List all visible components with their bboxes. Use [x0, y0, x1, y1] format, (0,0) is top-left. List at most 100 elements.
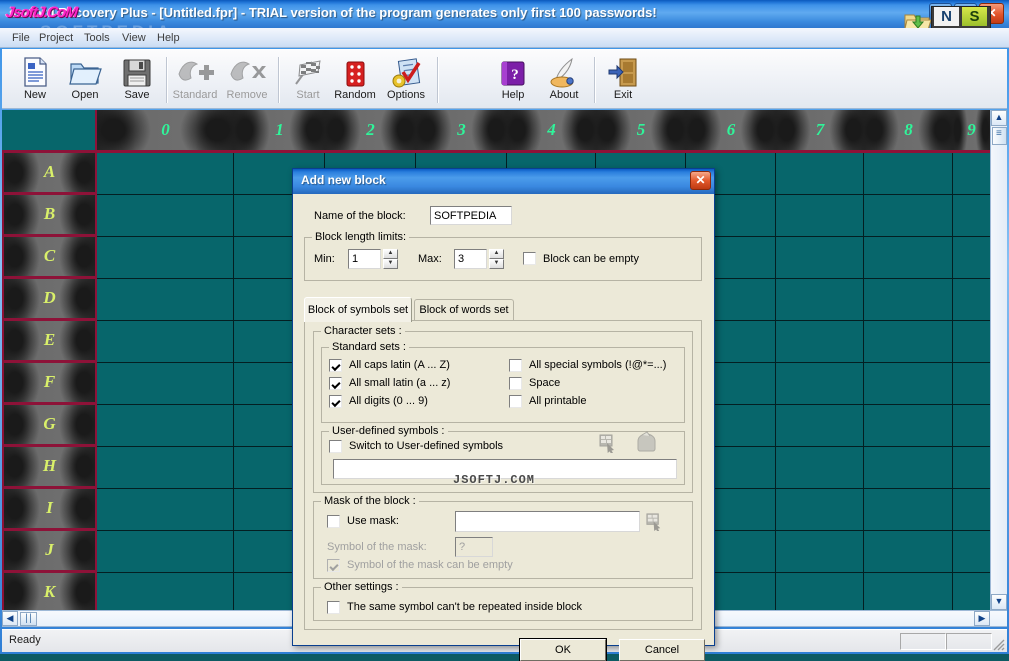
mask-input[interactable]: [455, 511, 640, 532]
toolbar-exit-label: Exit: [613, 89, 633, 101]
vertical-scroll-thumb[interactable]: [992, 127, 1007, 145]
help-book-icon: ?: [488, 54, 538, 88]
min-spinner-up-icon[interactable]: ▲: [383, 249, 398, 259]
mask-symbol-input[interactable]: ?: [455, 537, 493, 557]
grid-col-header-8[interactable]: 8: [864, 110, 953, 153]
pick-symbols-icon[interactable]: [598, 433, 618, 456]
block-can-be-empty-checkbox[interactable]: [523, 252, 536, 265]
grid-vertical-scrollbar[interactable]: ▲ ▼: [990, 110, 1007, 610]
toolbar-save-label: Save: [124, 89, 150, 101]
grid-col-header-6[interactable]: 6: [686, 110, 776, 153]
add-block-icon: [170, 54, 220, 88]
toolbar-separator-1: [166, 57, 168, 103]
toolbar-open-button[interactable]: Open: [60, 54, 110, 106]
dialog-body: Name of the block: SOFTPEDIA Block lengt…: [294, 194, 713, 661]
minimize-icon: _: [936, 6, 945, 22]
grid-col-header-5[interactable]: 5: [596, 110, 686, 153]
scroll-left-arrow-icon[interactable]: ◀: [2, 611, 18, 626]
mask-pick-symbols-icon[interactable]: [645, 512, 664, 534]
min-spinner[interactable]: ▲ ▼: [383, 249, 398, 269]
maximize-button[interactable]: ☐: [954, 3, 977, 24]
toolbar-options-label: Options: [387, 89, 425, 101]
dialog-title: Add new block: [301, 173, 386, 187]
tab-block-of-words-set[interactable]: Block of words set: [414, 299, 514, 321]
all-special-symbols-label: All special symbols (!@*=...): [529, 359, 667, 371]
all-special-symbols-checkbox[interactable]: [509, 359, 522, 372]
menu-help[interactable]: Help: [151, 31, 186, 45]
max-spinner-down-icon[interactable]: ▼: [489, 259, 504, 269]
toolbar-standard-button[interactable]: Standard: [170, 54, 220, 106]
grid-row-header-c[interactable]: C: [2, 237, 97, 279]
user-defined-symbols-group-title: User-defined symbols :: [329, 425, 448, 437]
grid-col-header-3[interactable]: 3: [416, 110, 507, 153]
grid-row-header-h[interactable]: H: [2, 447, 97, 489]
grid-row-header-j[interactable]: J: [2, 531, 97, 573]
toolbar-start-label: Start: [296, 89, 320, 101]
toolbar-remove-button[interactable]: Remove: [222, 54, 272, 106]
grid-col-header-1[interactable]: 1: [234, 110, 325, 153]
grid-col-header-7[interactable]: 7: [776, 110, 864, 153]
grid-col-header-4[interactable]: 4: [507, 110, 596, 153]
all-digits-checkbox[interactable]: [329, 395, 342, 408]
grid-row-header-e[interactable]: E: [2, 321, 97, 363]
space-checkbox[interactable]: [509, 377, 522, 390]
min-label: Min:: [314, 253, 335, 265]
jsoft-brand-watermark: JsoftJ.CoM: [5, 4, 78, 21]
toolbar-about-button[interactable]: About: [539, 54, 589, 106]
menu-view[interactable]: View: [116, 31, 152, 45]
no-repeat-symbol-label: The same symbol can't be repeated inside…: [347, 601, 583, 613]
toolbar-save-button[interactable]: Save: [112, 54, 162, 106]
block-name-input[interactable]: SOFTPEDIA: [430, 206, 512, 225]
status-panel-1: [900, 633, 946, 650]
toolbar: New Open Save Standard Remove Start Rand…: [2, 49, 1007, 109]
minimize-button[interactable]: _: [929, 3, 952, 24]
horizontal-scroll-thumb[interactable]: ⎮⎮: [20, 612, 37, 626]
grid-col-header-0[interactable]: 0: [97, 110, 234, 153]
all-digits-label: All digits (0 ... 9): [349, 395, 428, 407]
toolbar-new-button[interactable]: New: [10, 54, 60, 106]
remove-block-icon: [222, 54, 272, 88]
min-spinner-down-icon[interactable]: ▼: [383, 259, 398, 269]
dialog-close-button[interactable]: ✕: [690, 171, 711, 190]
max-spinner[interactable]: ▲ ▼: [489, 249, 504, 269]
clear-symbols-icon[interactable]: [634, 431, 658, 456]
menu-file[interactable]: File: [6, 31, 36, 45]
toolbar-help-button[interactable]: ? Help: [488, 54, 538, 106]
close-button[interactable]: ✕: [979, 3, 1004, 24]
switch-user-defined-checkbox[interactable]: [329, 440, 342, 453]
scroll-down-arrow-icon[interactable]: ▼: [991, 594, 1007, 610]
grid-row-header-k[interactable]: K: [2, 573, 97, 610]
max-input[interactable]: 3: [454, 249, 487, 269]
cancel-button[interactable]: Cancel: [619, 639, 705, 661]
scroll-right-arrow-icon[interactable]: ▶: [974, 611, 990, 626]
grid-row-header-d[interactable]: D: [2, 279, 97, 321]
add-new-block-dialog: Add new block ✕ Name of the block: SOFTP…: [292, 168, 715, 661]
all-small-latin-checkbox[interactable]: [329, 377, 342, 390]
grid-col-header-9[interactable]: 9: [953, 110, 990, 153]
all-caps-latin-checkbox[interactable]: [329, 359, 342, 372]
svg-text:?: ?: [511, 67, 519, 83]
grid-row-header-a[interactable]: A: [2, 153, 97, 195]
menu-tools[interactable]: Tools: [78, 31, 116, 45]
toolbar-exit-button[interactable]: Exit: [598, 54, 648, 106]
grid-row-header-f[interactable]: F: [2, 363, 97, 405]
grid-row-header-g[interactable]: G: [2, 405, 97, 447]
mask-symbol-empty-checkbox[interactable]: [327, 559, 340, 572]
menu-project[interactable]: Project: [33, 31, 79, 45]
all-printable-checkbox[interactable]: [509, 395, 522, 408]
ok-button[interactable]: OK: [519, 638, 607, 661]
max-spinner-up-icon[interactable]: ▲: [489, 249, 504, 259]
use-mask-checkbox[interactable]: [327, 515, 340, 528]
toolbar-random-button[interactable]: Random: [330, 54, 380, 106]
toolbar-start-button[interactable]: Start: [283, 54, 333, 106]
scroll-up-arrow-icon[interactable]: ▲: [991, 110, 1007, 126]
toolbar-options-button[interactable]: Options: [381, 54, 431, 106]
grid-col-header-2[interactable]: 2: [325, 110, 416, 153]
grid-row-header-b[interactable]: B: [2, 195, 97, 237]
user-defined-symbols-input[interactable]: [333, 459, 677, 479]
min-input[interactable]: 1: [348, 249, 381, 269]
tab-block-of-symbols-set[interactable]: Block of symbols set: [304, 297, 412, 322]
grid-row-header-i[interactable]: I: [2, 489, 97, 531]
no-repeat-symbol-checkbox[interactable]: [327, 601, 340, 614]
resize-grip-icon[interactable]: [991, 637, 1005, 651]
